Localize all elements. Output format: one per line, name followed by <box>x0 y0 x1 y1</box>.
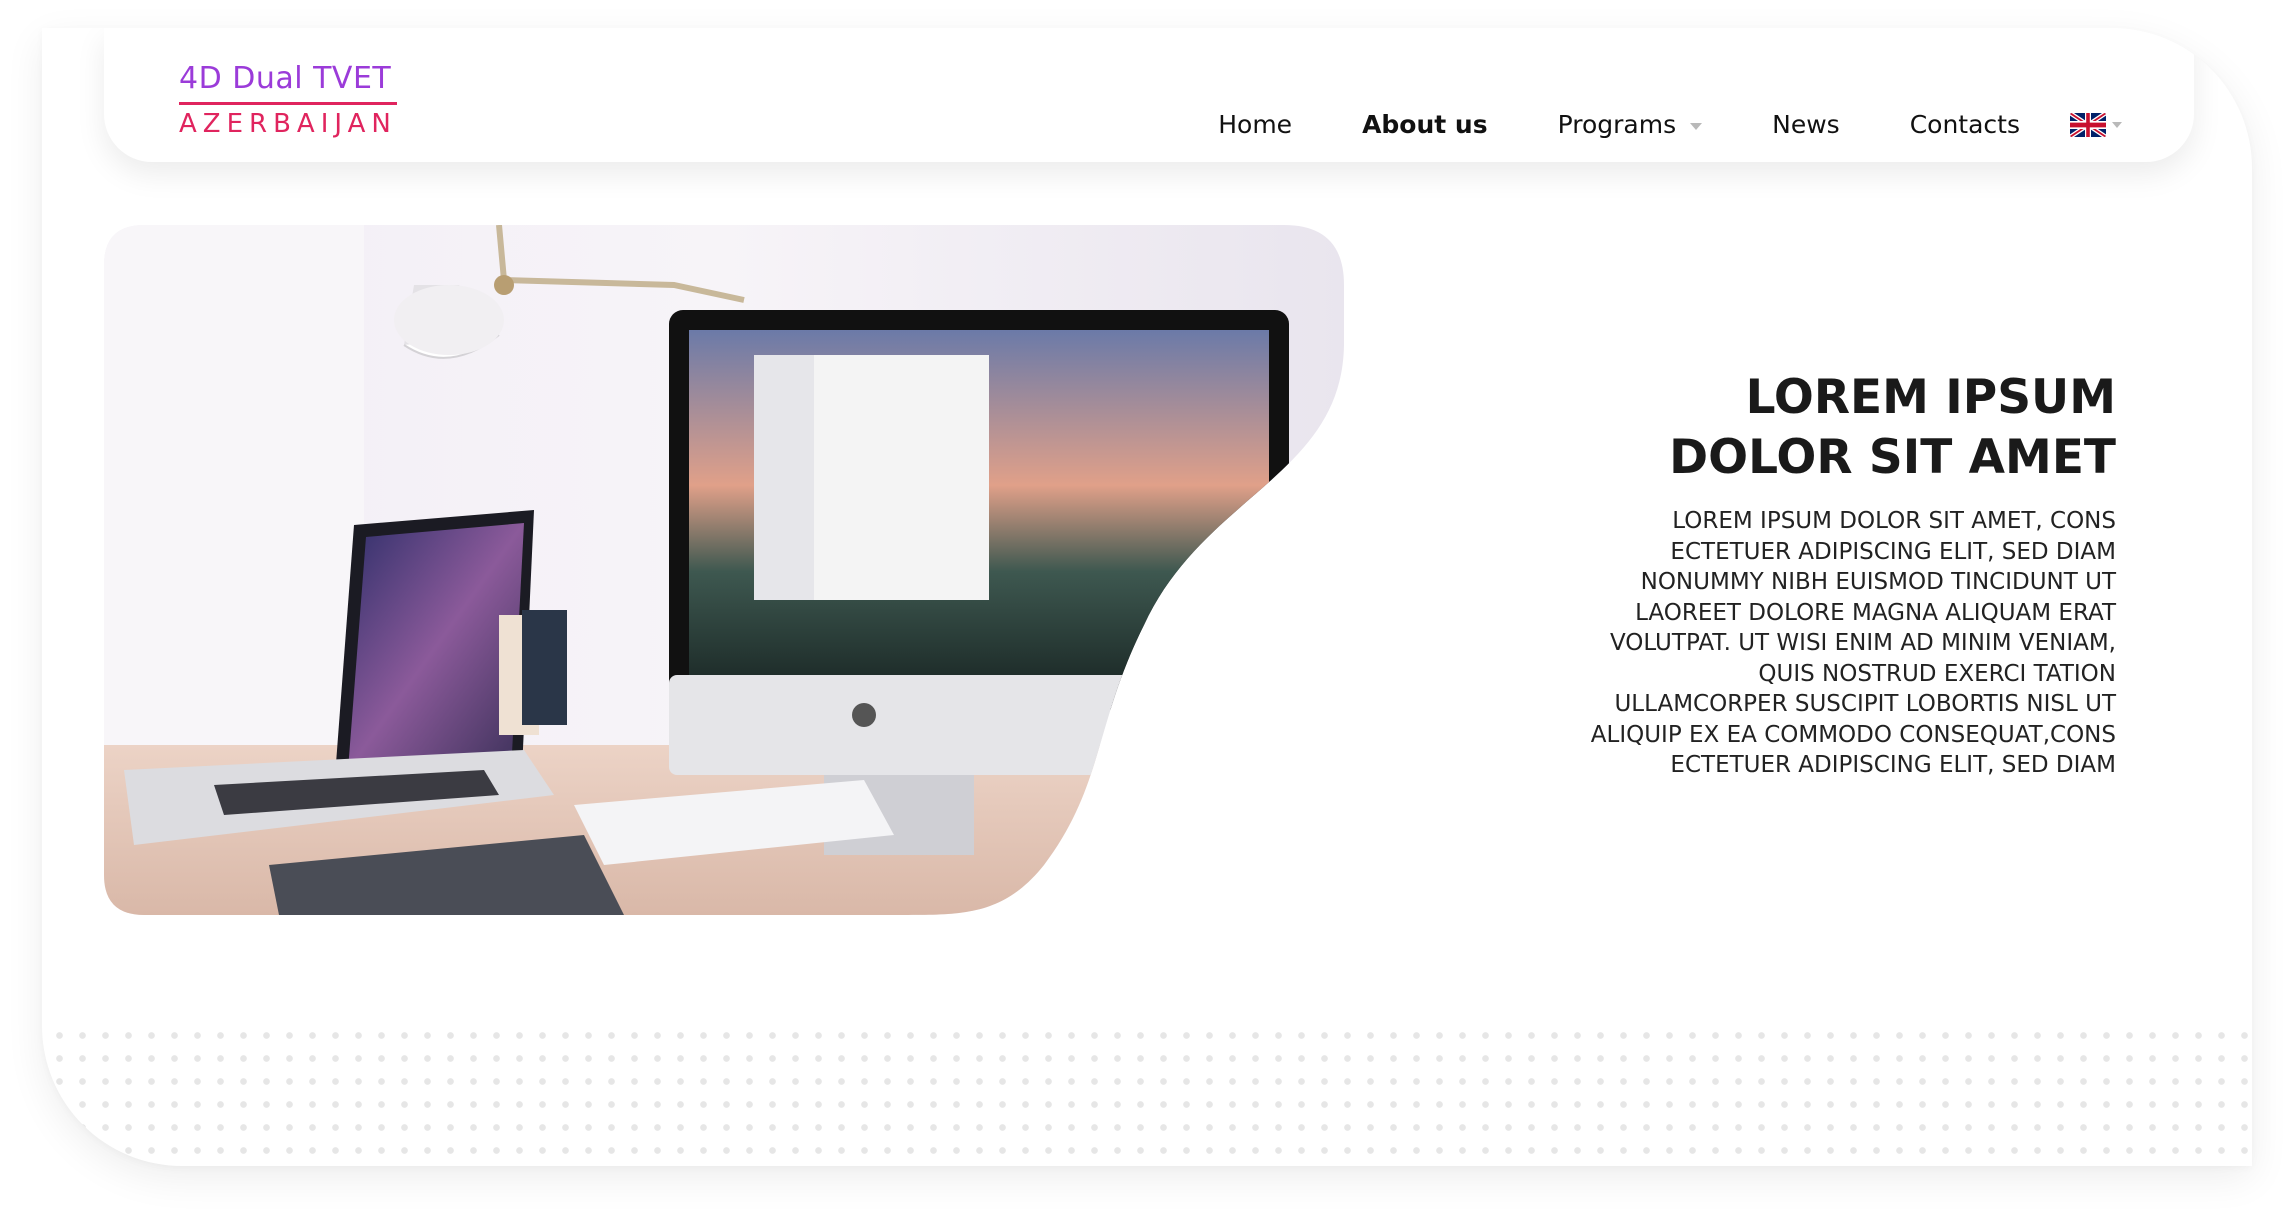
language-selector[interactable] <box>2070 112 2122 137</box>
hero-text: LOREM IPSUM DOLOR SIT AMET LOREM IPSUM D… <box>1456 368 2116 781</box>
nav-home[interactable]: Home <box>1218 110 1292 139</box>
main-nav: Home About us Programs News Contacts <box>1148 110 2122 139</box>
chevron-down-icon <box>1690 122 1703 130</box>
page-card: 4D Dual TVET AZERBAIJAN Home About us Pr… <box>42 28 2252 1166</box>
hero-body: LOREM IPSUM DOLOR SIT AMET, CONS ECTETUE… <box>1590 508 2116 778</box>
nav-about[interactable]: About us <box>1362 110 1488 139</box>
nav-programs-label: Programs <box>1557 110 1677 139</box>
logo[interactable]: 4D Dual TVET AZERBAIJAN <box>179 60 397 139</box>
nav-news[interactable]: News <box>1772 110 1840 139</box>
uk-flag-icon <box>2070 112 2106 137</box>
logo-title: 4D Dual TVET <box>179 60 397 105</box>
nav-programs[interactable]: Programs <box>1558 110 1703 139</box>
workspace-photo <box>104 225 1344 915</box>
language-chevron-icon <box>2112 121 2122 128</box>
dot-pattern <box>42 1016 2252 1166</box>
logo-subtitle: AZERBAIJAN <box>179 109 397 139</box>
nav-contacts[interactable]: Contacts <box>1910 110 2020 139</box>
hero-title: LOREM IPSUM DOLOR SIT AMET <box>1669 370 2116 485</box>
navbar: 4D Dual TVET AZERBAIJAN Home About us Pr… <box>104 28 2194 162</box>
